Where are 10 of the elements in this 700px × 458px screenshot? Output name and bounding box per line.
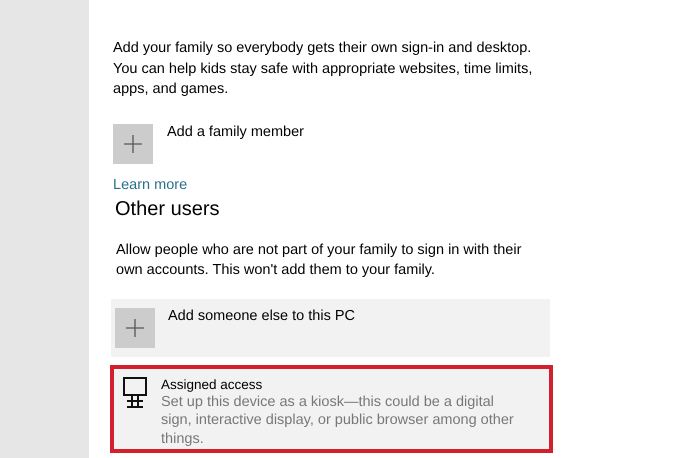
plus-icon xyxy=(126,318,144,336)
other-users-description: Allow people who are not part of your family to sign in with their own accounts. This won't add them to your family. xyxy=(116,240,522,280)
add-user-button[interactable]: Add someone else to this PC xyxy=(111,298,550,356)
family-description: Add your family so everybody gets their own sign-in and desktop. You can help kids stay safe with appropriate websites, time limits, apps, and games. xyxy=(113,39,534,99)
assigned-access-button[interactable]: Assigned access Set up this device as a kiosk—this could be a digital sign, interactive display, or public browser among other things. xyxy=(110,364,553,453)
plus-icon xyxy=(124,134,142,152)
section-heading: Other users xyxy=(115,198,220,220)
add-family-member-button[interactable]: Add a family member xyxy=(113,124,573,164)
kiosk-icon xyxy=(122,376,148,408)
learn-more-link[interactable]: Learn more xyxy=(113,176,188,192)
